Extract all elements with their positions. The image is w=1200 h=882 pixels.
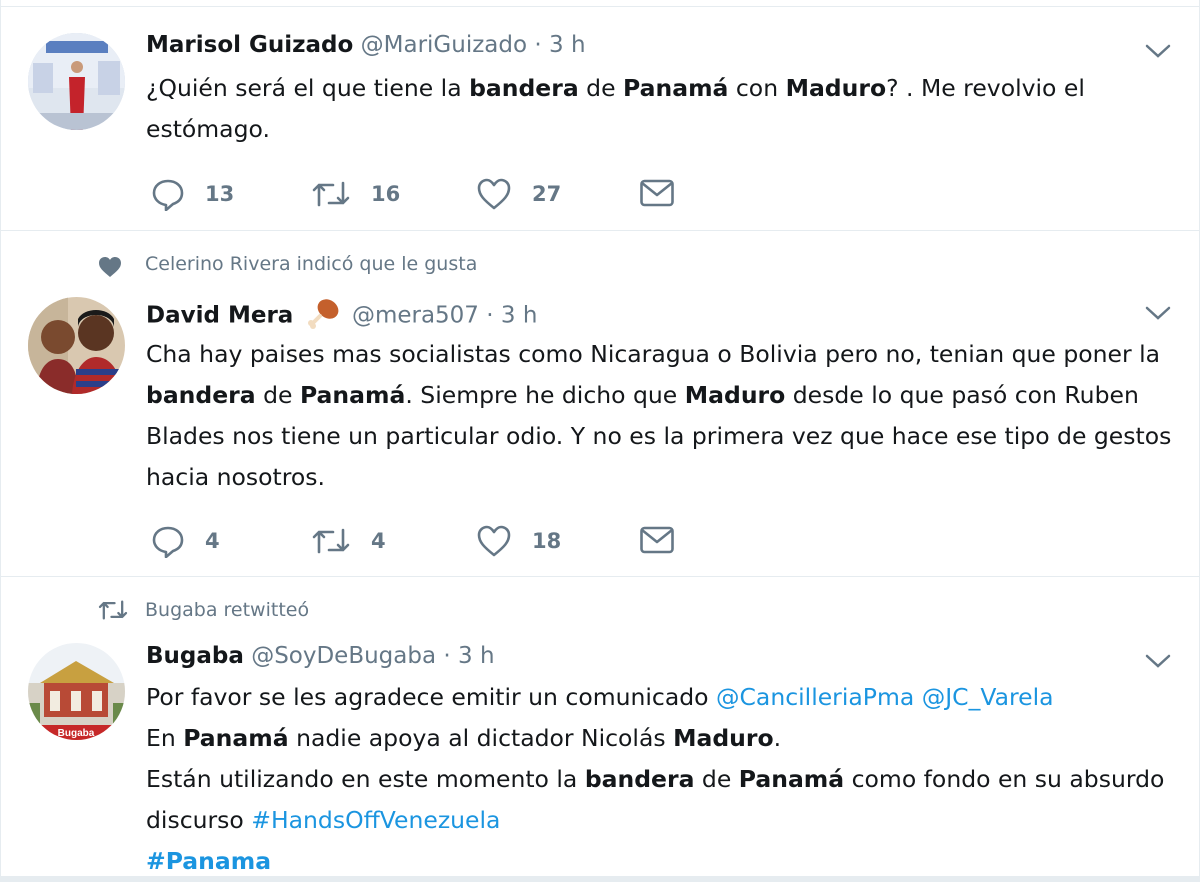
heart-icon xyxy=(477,178,511,210)
reply-icon xyxy=(152,526,184,558)
retweet-icon xyxy=(312,181,350,207)
reply-count: 4 xyxy=(205,529,220,553)
highlighted-term: bandera xyxy=(469,74,579,102)
mention-link[interactable]: @JC_Varela xyxy=(922,683,1054,711)
social-context[interactable]: Bugaba retwitteó xyxy=(145,599,309,621)
tweet[interactable]: Marisol Guizado @MariGuizado · 3 h ¿Quié… xyxy=(1,7,1199,231)
reply-count: 13 xyxy=(205,182,235,206)
timeline: Marisol Guizado @MariGuizado · 3 h ¿Quié… xyxy=(0,0,1200,876)
author-handle[interactable]: @MariGuizado xyxy=(361,32,527,58)
retweet-icon xyxy=(312,528,350,554)
highlighted-term: Maduro xyxy=(673,724,774,752)
like-button[interactable]: 27 xyxy=(476,177,561,211)
highlighted-term: Panamá xyxy=(183,724,289,752)
highlighted-term: Maduro xyxy=(785,74,887,102)
timestamp[interactable]: 3 h xyxy=(458,643,495,669)
like-count: 18 xyxy=(532,529,562,553)
tweet[interactable]: Bugaba retwitteó Bugaba Bugaba @SoyDeBug… xyxy=(1,577,1199,876)
chevron-down-icon[interactable] xyxy=(1145,305,1171,325)
author-name[interactable]: Bugaba xyxy=(146,643,244,669)
author-handle[interactable]: @mera507 xyxy=(352,303,479,329)
tweet-text: ¿Quién será el que tiene la bandera de P… xyxy=(146,74,1085,143)
highlighted-term: Maduro xyxy=(684,381,786,409)
timestamp[interactable]: 3 h xyxy=(549,32,586,58)
separator-dot: · xyxy=(534,32,542,58)
retweet-button[interactable]: 16 xyxy=(311,177,400,211)
tweet-header: Marisol Guizado @MariGuizado · 3 h xyxy=(146,32,586,58)
mention-link[interactable]: @CancilleriaPma xyxy=(716,683,914,711)
reply-button[interactable]: 4 xyxy=(151,524,220,558)
tweet-text: Cha hay paises mas socialistas como Nica… xyxy=(146,340,1172,491)
avatar[interactable] xyxy=(28,297,125,394)
highlighted-term: Panamá xyxy=(623,74,729,102)
author-name[interactable]: Marisol Guizado xyxy=(146,32,353,58)
tweet-text: Por favor se les agradece emitir un comu… xyxy=(146,683,1165,875)
envelope-icon xyxy=(640,526,674,554)
envelope-icon xyxy=(640,179,674,207)
timestamp[interactable]: 3 h xyxy=(501,303,538,329)
heart-icon xyxy=(477,525,511,557)
tweet[interactable]: Celerino Rivera indicó que le gusta Davi… xyxy=(1,231,1199,577)
tweet-header: David Mera @mera507 · 3 h xyxy=(146,297,537,335)
chevron-down-icon[interactable] xyxy=(1145,43,1171,63)
chevron-down-icon[interactable] xyxy=(1145,653,1171,673)
social-context[interactable]: Celerino Rivera indicó que le gusta xyxy=(145,253,477,275)
highlighted-term: Panamá xyxy=(738,765,845,793)
hashtag-link[interactable]: #HandsOffVenezuela xyxy=(251,806,500,834)
reply-button[interactable]: 13 xyxy=(151,177,234,211)
hashtag-link[interactable]: #Panama xyxy=(146,847,271,875)
poultry-leg-emoji xyxy=(307,297,341,335)
direct-message-button[interactable] xyxy=(639,524,675,556)
retweet-icon xyxy=(97,597,129,627)
author-name[interactable]: David Mera xyxy=(146,303,293,329)
highlighted-term: Panamá xyxy=(299,381,406,409)
direct-message-button[interactable] xyxy=(639,177,675,209)
tweet-header: Bugaba @SoyDeBugaba · 3 h xyxy=(146,643,495,669)
like-count: 27 xyxy=(532,182,562,206)
retweet-count: 16 xyxy=(371,182,401,206)
author-handle[interactable]: @SoyDeBugaba xyxy=(251,643,436,669)
avatar-wordmark: Bugaba xyxy=(58,728,95,739)
reply-icon xyxy=(152,179,184,211)
retweet-count: 4 xyxy=(371,529,386,553)
separator-dot: · xyxy=(443,643,451,669)
highlighted-term: bandera xyxy=(146,381,256,409)
highlighted-term: bandera xyxy=(584,765,695,793)
avatar[interactable]: Bugaba xyxy=(28,643,125,740)
retweet-button[interactable]: 4 xyxy=(311,524,386,558)
like-button[interactable]: 18 xyxy=(476,524,561,558)
heart-icon xyxy=(97,255,123,283)
separator-dot: · xyxy=(486,302,494,329)
avatar[interactable] xyxy=(28,33,125,130)
